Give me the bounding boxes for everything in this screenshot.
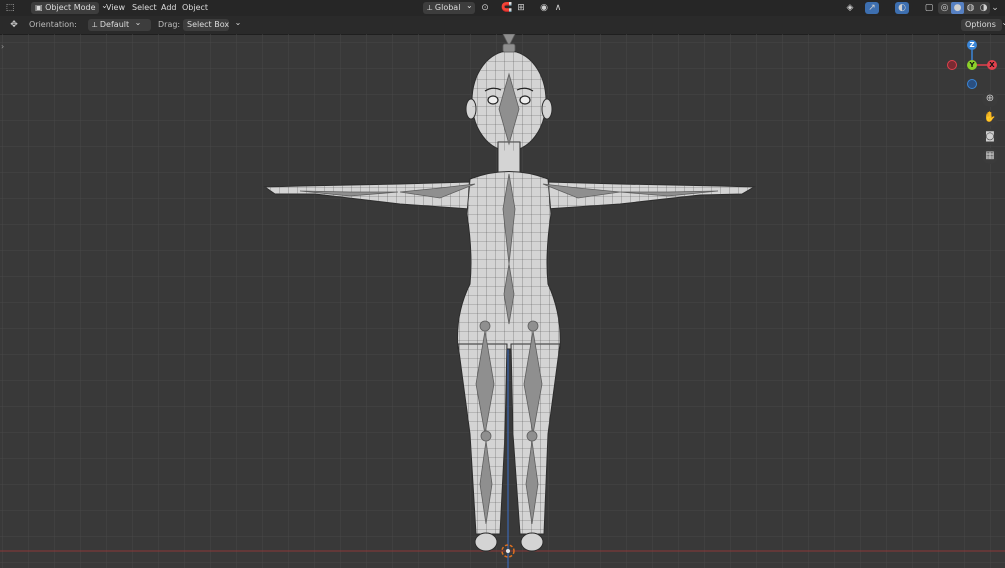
visibility-icon[interactable]: ◈ — [843, 2, 857, 14]
transform-icon[interactable]: ✥ — [7, 19, 21, 31]
options-dropdown[interactable]: Options — [961, 19, 1002, 31]
menu-object[interactable]: Object — [182, 2, 208, 14]
orientation-icon: ⟂ — [427, 3, 435, 12]
bone-hip-right-joint — [479, 320, 491, 332]
menu-view[interactable]: View — [106, 2, 125, 14]
menu-select[interactable]: Select — [132, 2, 157, 14]
chevron-down-icon[interactable]: ⌄ — [988, 2, 1002, 14]
mode-label: Object Mode — [45, 3, 96, 12]
bone-knee-left-joint — [526, 430, 538, 442]
gizmo-y-axis[interactable]: Y — [967, 60, 977, 70]
hand-pan-icon[interactable]: ✋ — [982, 110, 998, 126]
bone-knee-right-joint — [480, 430, 492, 442]
orientation-label: Orientation: — [29, 20, 77, 29]
options-label: Options — [965, 20, 996, 29]
solid-shading-icon[interactable]: ● — [951, 2, 964, 14]
mesh-eye-right — [487, 95, 499, 105]
falloff-icon[interactable]: ∧ — [551, 2, 565, 14]
gizmo-icon[interactable]: ↗ — [865, 2, 879, 14]
bone-head-tip — [502, 43, 516, 53]
3d-viewport[interactable]: Z Y X ⊕ ✋ ◙ ▦ › — [0, 34, 1005, 568]
3d-viewport-icon[interactable]: ⬚ — [3, 2, 17, 14]
orientation-icon: ⟂ — [92, 20, 100, 29]
gizmo-neg-x-axis[interactable] — [947, 60, 957, 70]
orientation-value: Default — [99, 20, 130, 29]
viewport-canvas — [0, 34, 1005, 568]
object-mode-icon: ▣ — [35, 3, 46, 12]
zoom-icon[interactable]: ⊕ — [982, 91, 998, 107]
bone-hip-left-joint — [527, 320, 539, 332]
orientation-dropdown[interactable]: ⟂ Default — [88, 19, 151, 31]
drag-value: Select Box — [187, 20, 230, 29]
drag-dropdown[interactable]: Select Box — [183, 19, 229, 31]
shading-modes: ◎ ● ◍ ◑ — [938, 2, 990, 14]
tool-settings-bar: ✥ Orientation: ⟂ Default Drag: Select Bo… — [0, 16, 1005, 35]
camera-icon[interactable]: ◙ — [982, 129, 998, 145]
mesh-foot-left — [520, 532, 544, 552]
gizmo-x-axis[interactable]: X — [987, 60, 997, 70]
mesh-eye-left — [519, 95, 531, 105]
navigation-gizmo[interactable]: Z Y X — [943, 39, 1003, 93]
pivot-icon[interactable]: ⊙ — [478, 2, 492, 14]
orientation-label: Global — [434, 3, 461, 12]
toolbar-expand-icon[interactable]: › — [1, 42, 4, 51]
proportional-editing-icon[interactable]: ◉ — [537, 2, 551, 14]
xray-icon[interactable]: ▢ — [922, 2, 936, 14]
viewport-header: ⬚ ▣ Object Mode View Select Add Object ⟂… — [0, 0, 1005, 16]
gizmo-z-axis[interactable]: Z — [967, 40, 977, 50]
overlay-icon[interactable]: ◐ — [895, 2, 909, 14]
mesh-foot-right — [474, 532, 498, 552]
drag-label: Drag: — [158, 20, 181, 29]
transform-orientation-dropdown[interactable]: ⟂ Global — [423, 2, 475, 14]
menu-add[interactable]: Add — [161, 2, 177, 14]
mode-dropdown[interactable]: ▣ Object Mode — [31, 2, 99, 14]
grid-ortho-icon[interactable]: ▦ — [982, 148, 998, 164]
snap-icon[interactable]: 🧲 — [500, 2, 514, 14]
material-shading-icon[interactable]: ◍ — [964, 2, 977, 14]
snap-increment-icon[interactable]: ⊞ — [514, 2, 528, 14]
gizmo-neg-z-axis[interactable] — [967, 79, 977, 89]
wireframe-shading-icon[interactable]: ◎ — [938, 2, 951, 14]
